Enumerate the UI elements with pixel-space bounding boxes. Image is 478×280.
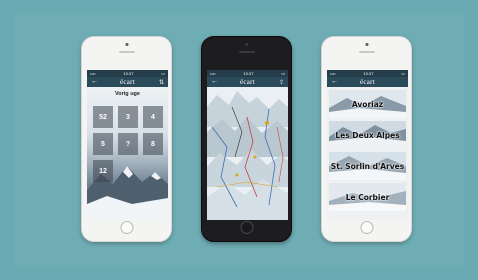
resort-list: Avoriaz Les Deux Alpes St. Sorlin d'Arve… [327, 87, 408, 220]
period-title: Vorig uge [115, 91, 140, 97]
stat-tile[interactable]: 4 [143, 106, 163, 128]
app-bar: ← écart [327, 77, 408, 87]
clock: 10:37 [123, 71, 134, 76]
resort-item-st-sorlin[interactable]: St. Sorlin d'Arves [329, 152, 406, 180]
piste-map[interactable] [207, 87, 288, 220]
clock: 10:37 [363, 71, 374, 76]
app-logo: écart [359, 78, 376, 86]
carrier-label: •••• [90, 71, 96, 76]
phone-resorts: •••• 10:37 ▭ ← écart Avoriaz Les Deux Al… [321, 36, 412, 242]
status-bar: •••• 10:37 ▭ [327, 70, 408, 77]
stat-tile[interactable]: 3 [118, 106, 138, 128]
arrow-left-icon[interactable]: ← [211, 77, 218, 87]
resort-name: Le Corbier [345, 192, 390, 202]
home-button [120, 221, 133, 234]
arrow-left-icon[interactable]: ← [91, 77, 98, 87]
phone-map: •••• 10:37 ▭ ← écart ⇪ [201, 36, 292, 242]
stats-grid: 52 3 4 5 ? 8 12 [93, 106, 163, 182]
resort-name: Les Deux Alpes [335, 130, 400, 140]
resort-name: Avoriaz [351, 99, 384, 109]
front-camera [125, 43, 128, 46]
carrier-label: •••• [330, 71, 336, 76]
stat-tile[interactable]: 5 [93, 133, 113, 155]
app-logo: écart [119, 78, 136, 86]
earpiece-speaker [238, 51, 255, 53]
app-bar: ← écart ⇅ [87, 77, 168, 87]
status-bar: •••• 10:37 ▭ [207, 70, 288, 77]
phone-stats: •••• 10:37 ▭ ← écart ⇅ Vorig uge 52 3 4 … [81, 36, 172, 242]
home-button [360, 221, 373, 234]
resorts-screen: •••• 10:37 ▭ ← écart Avoriaz Les Deux Al… [327, 70, 408, 220]
battery-icon: ▭ [281, 71, 285, 76]
resort-name: St. Sorlin d'Arves [330, 161, 405, 171]
app-bar: ← écart ⇪ [207, 77, 288, 87]
share-icon[interactable]: ⇪ [279, 79, 284, 86]
app-logo: écart [239, 78, 256, 86]
battery-icon: ▭ [161, 71, 165, 76]
stat-tile[interactable]: 52 [93, 106, 113, 128]
resort-item-le-corbier[interactable]: Le Corbier [329, 183, 406, 211]
resort-item-avoriaz[interactable]: Avoriaz [329, 90, 406, 118]
home-button [240, 221, 253, 234]
stats-panel: Vorig uge 52 3 4 5 ? 8 12 [87, 87, 168, 220]
clock: 10:37 [243, 71, 254, 76]
stat-tile[interactable]: 8 [143, 133, 163, 155]
stats-screen: •••• 10:37 ▭ ← écart ⇅ Vorig uge 52 3 4 … [87, 70, 168, 220]
earpiece-speaker [358, 51, 375, 53]
front-camera [365, 43, 368, 46]
map-screen: •••• 10:37 ▭ ← écart ⇪ [207, 70, 288, 220]
earpiece-speaker [118, 51, 135, 53]
stat-tile[interactable]: 12 [93, 160, 113, 182]
battery-icon: ▭ [401, 71, 405, 76]
stat-tile[interactable]: ? [118, 133, 138, 155]
piste-map-illustration [207, 87, 288, 220]
resort-item-les-deux-alpes[interactable]: Les Deux Alpes [329, 121, 406, 149]
status-bar: •••• 10:37 ▭ [87, 70, 168, 77]
arrow-left-icon[interactable]: ← [331, 77, 338, 87]
carrier-label: •••• [210, 71, 216, 76]
front-camera [245, 43, 248, 46]
sort-icon[interactable]: ⇅ [159, 79, 164, 86]
